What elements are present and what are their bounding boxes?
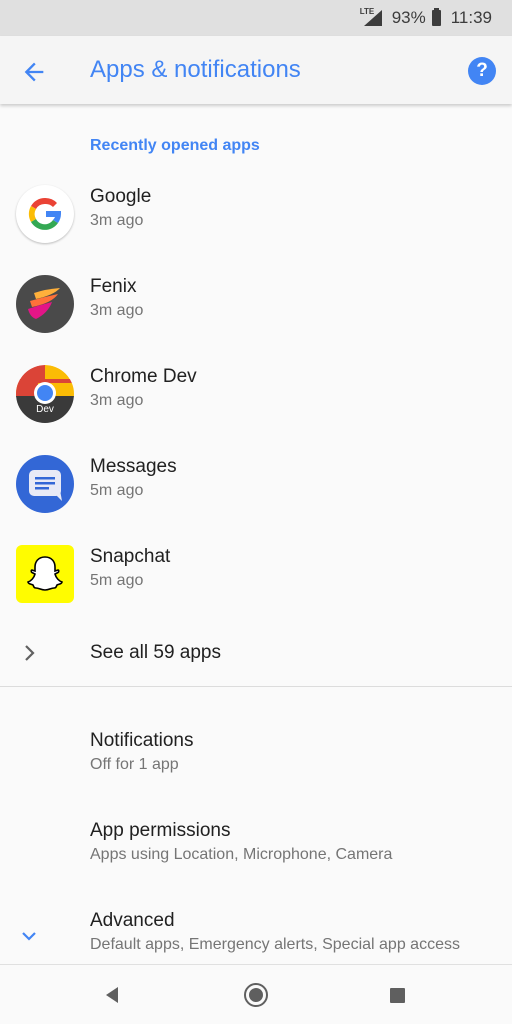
setting-summary: Apps using Location, Microphone, Camera (90, 846, 393, 863)
network-type: LTE (359, 7, 375, 16)
page-title: Apps & notifications (90, 56, 301, 83)
app-last-opened: 3m ago (90, 392, 144, 409)
app-last-opened: 5m ago (90, 572, 144, 589)
messages-icon (16, 455, 74, 513)
list-item-messages[interactable]: Messages 5m ago (0, 455, 512, 545)
battery-percent: 93% (391, 8, 426, 27)
dev-badge: Dev (36, 404, 54, 415)
setting-summary: Default apps, Emergency alerts, Special … (90, 936, 460, 953)
navigation-bar (0, 964, 512, 1024)
app-last-opened: 3m ago (90, 212, 144, 229)
list-item-chrome-dev[interactable]: Dev Chrome Dev 3m ago (0, 365, 512, 455)
chrome-dev-icon: Dev (16, 365, 74, 423)
snapchat-icon (16, 545, 74, 603)
clock: 11:39 (450, 8, 492, 27)
google-icon (16, 185, 74, 243)
setting-summary: Off for 1 app (90, 756, 179, 773)
nav-back-icon[interactable] (104, 985, 120, 1005)
setting-notifications[interactable]: Notifications Off for 1 app (0, 730, 512, 790)
see-all-apps-label: See all 59 apps (90, 642, 221, 663)
signal-icon: LTE (359, 7, 384, 27)
chevron-down-icon (22, 932, 36, 941)
app-last-opened: 5m ago (90, 482, 144, 499)
divider (0, 686, 512, 687)
list-item-snapchat[interactable]: Snapchat 5m ago (0, 545, 512, 635)
section-header-recent: Recently opened apps (90, 137, 260, 154)
setting-title: Notifications (90, 730, 194, 751)
battery-icon (431, 8, 441, 26)
see-all-apps-button[interactable]: See all 59 apps (0, 632, 512, 678)
app-last-opened: 3m ago (90, 302, 144, 319)
app-name: Snapchat (90, 546, 171, 567)
app-name: Chrome Dev (90, 366, 197, 387)
help-icon: ? (476, 60, 488, 81)
arrow-back-icon (24, 62, 44, 82)
app-name: Fenix (90, 276, 137, 297)
setting-advanced[interactable]: Advanced Default apps, Emergency alerts,… (0, 910, 512, 970)
nav-home-icon[interactable] (244, 983, 268, 1007)
chevron-right-icon (25, 645, 35, 661)
app-bar: Apps & notifications ? (0, 36, 512, 104)
fenix-icon (16, 275, 74, 333)
app-name: Messages (90, 456, 177, 477)
app-name: Google (90, 186, 152, 207)
status-bar: LTE 93% 11:39 (0, 0, 512, 36)
setting-app-permissions[interactable]: App permissions Apps using Location, Mic… (0, 820, 512, 880)
back-button[interactable] (20, 58, 48, 86)
nav-recents-icon[interactable] (390, 988, 405, 1003)
help-button[interactable]: ? (468, 57, 496, 85)
setting-title: Advanced (90, 910, 175, 931)
setting-title: App permissions (90, 820, 231, 841)
list-item-google[interactable]: Google 3m ago (0, 185, 512, 275)
list-item-fenix[interactable]: Fenix 3m ago (0, 275, 512, 365)
